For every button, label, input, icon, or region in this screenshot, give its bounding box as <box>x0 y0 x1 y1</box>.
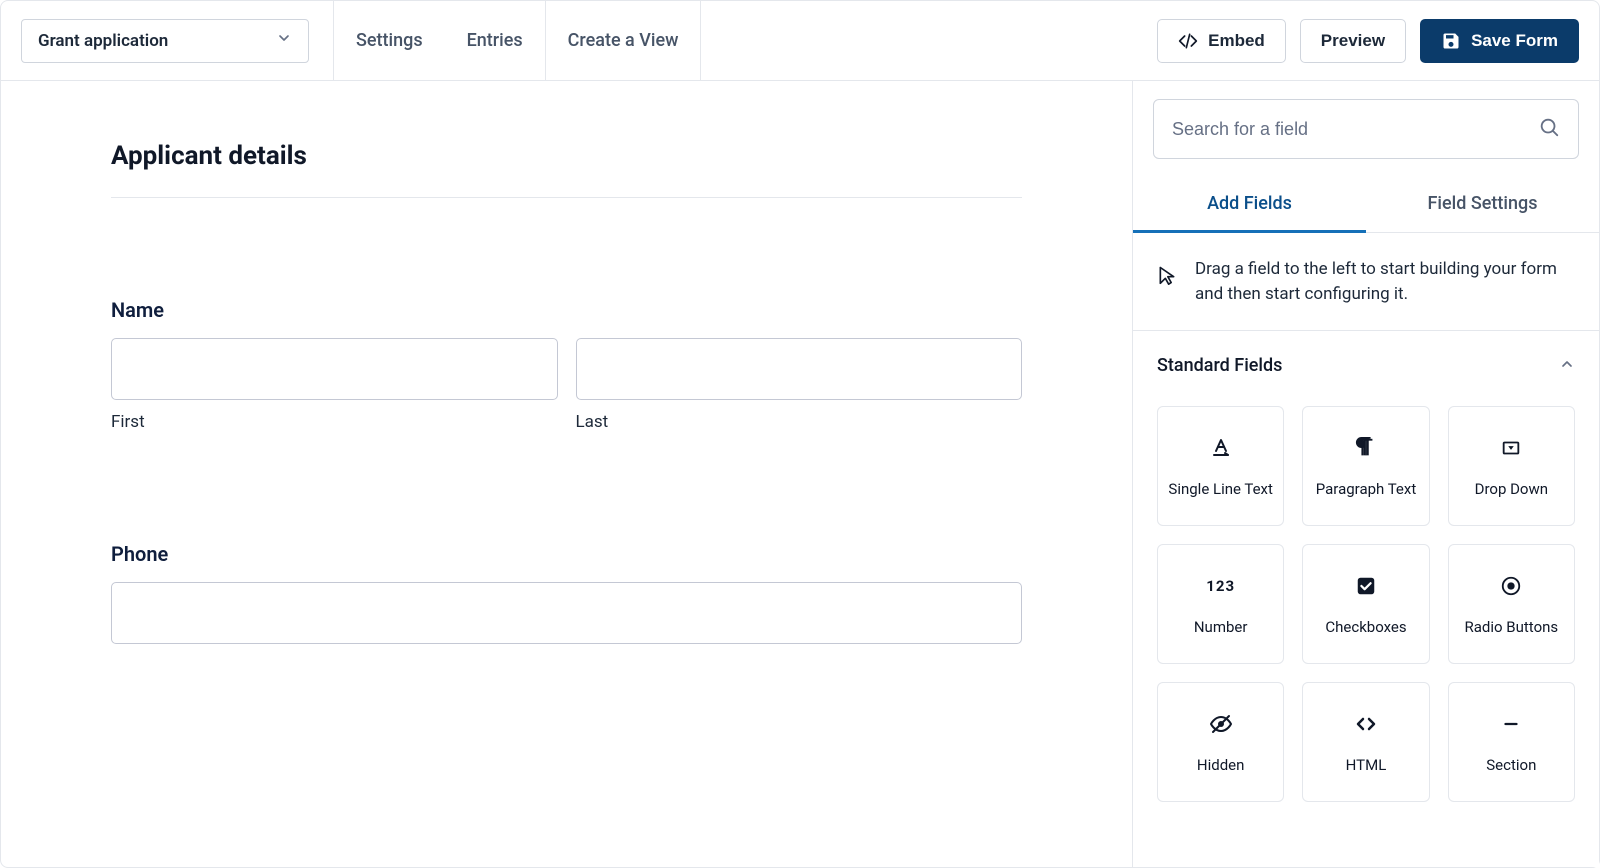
checkbox-icon <box>1352 572 1380 600</box>
first-name-sublabel: First <box>111 412 558 432</box>
field-search-box[interactable] <box>1153 99 1579 159</box>
text-icon <box>1207 434 1235 462</box>
tile-label: Drop Down <box>1475 480 1548 498</box>
right-sidebar: Add Fields Field Settings Drag a field t… <box>1132 81 1599 867</box>
hint-text: Drag a field to the left to start buildi… <box>1195 257 1575 306</box>
form-title: Grant application <box>38 31 168 51</box>
paragraph-icon <box>1352 434 1380 462</box>
field-tile-section[interactable]: Section <box>1448 682 1575 802</box>
tab-add-fields[interactable]: Add Fields <box>1133 177 1366 232</box>
form-canvas[interactable]: Applicant details Name First Last Phone <box>1 81 1132 867</box>
preview-button[interactable]: Preview <box>1300 19 1406 63</box>
embed-label: Embed <box>1208 31 1265 51</box>
divider <box>700 1 701 81</box>
tile-label: Radio Buttons <box>1465 618 1559 636</box>
sidebar-hint: Drag a field to the left to start buildi… <box>1133 233 1599 331</box>
nav-create-view[interactable]: Create a View <box>546 1 701 80</box>
top-bar-actions: Embed Preview Save Form <box>1157 19 1579 63</box>
chevron-down-icon <box>276 30 292 51</box>
tile-label: Number <box>1194 618 1248 636</box>
tile-label: HTML <box>1346 756 1387 774</box>
cursor-icon <box>1157 257 1177 306</box>
field-tiles: Single Line Text Paragraph Text Drop Dow… <box>1133 384 1599 802</box>
field-tile-number[interactable]: 123 Number <box>1157 544 1284 664</box>
code-icon <box>1352 710 1380 738</box>
nav-settings[interactable]: Settings <box>334 1 445 80</box>
section-title: Standard Fields <box>1157 355 1282 376</box>
save-form-button[interactable]: Save Form <box>1420 19 1579 63</box>
tile-label: Paragraph Text <box>1316 480 1417 498</box>
sidebar-tabs: Add Fields Field Settings <box>1133 177 1599 233</box>
app-window: Grant application Settings Entries Creat… <box>0 0 1600 868</box>
top-nav: Settings Entries Create a View <box>333 1 701 80</box>
number-icon: 123 <box>1207 572 1235 600</box>
name-label: Name <box>111 298 1022 322</box>
hidden-icon <box>1207 710 1235 738</box>
field-search-input[interactable] <box>1172 119 1526 140</box>
main-area: Applicant details Name First Last Phone <box>1 81 1599 867</box>
last-name-input[interactable] <box>576 338 1023 400</box>
field-tile-drop-down[interactable]: Drop Down <box>1448 406 1575 526</box>
phone-label: Phone <box>111 542 1022 566</box>
tab-field-settings[interactable]: Field Settings <box>1366 177 1599 232</box>
tile-label: Section <box>1486 756 1536 774</box>
tile-label: Hidden <box>1197 756 1245 774</box>
code-icon <box>1178 31 1198 51</box>
last-name-sublabel: Last <box>576 412 1023 432</box>
field-tile-checkboxes[interactable]: Checkboxes <box>1302 544 1429 664</box>
dropdown-icon <box>1497 434 1525 462</box>
form-section-title: Applicant details <box>111 141 1022 198</box>
name-field: Name First Last <box>111 298 1022 432</box>
nav-entries[interactable]: Entries <box>445 1 545 80</box>
save-label: Save Form <box>1471 31 1558 51</box>
embed-button[interactable]: Embed <box>1157 19 1286 63</box>
search-icon <box>1538 116 1560 142</box>
radio-icon <box>1497 572 1525 600</box>
first-name-input[interactable] <box>111 338 558 400</box>
field-tile-hidden[interactable]: Hidden <box>1157 682 1284 802</box>
chevron-up-icon <box>1559 356 1575 376</box>
save-icon <box>1441 31 1461 51</box>
preview-label: Preview <box>1321 31 1385 51</box>
top-bar: Grant application Settings Entries Creat… <box>1 1 1599 81</box>
minus-icon <box>1497 710 1525 738</box>
form-switcher-dropdown[interactable]: Grant application <box>21 19 309 63</box>
tile-label: Checkboxes <box>1325 618 1406 636</box>
tile-label: Single Line Text <box>1168 480 1273 498</box>
field-tile-single-line-text[interactable]: Single Line Text <box>1157 406 1284 526</box>
phone-field: Phone <box>111 542 1022 644</box>
field-tile-radio-buttons[interactable]: Radio Buttons <box>1448 544 1575 664</box>
standard-fields-header[interactable]: Standard Fields <box>1133 331 1599 384</box>
field-tile-html[interactable]: HTML <box>1302 682 1429 802</box>
field-tile-paragraph-text[interactable]: Paragraph Text <box>1302 406 1429 526</box>
phone-input[interactable] <box>111 582 1022 644</box>
